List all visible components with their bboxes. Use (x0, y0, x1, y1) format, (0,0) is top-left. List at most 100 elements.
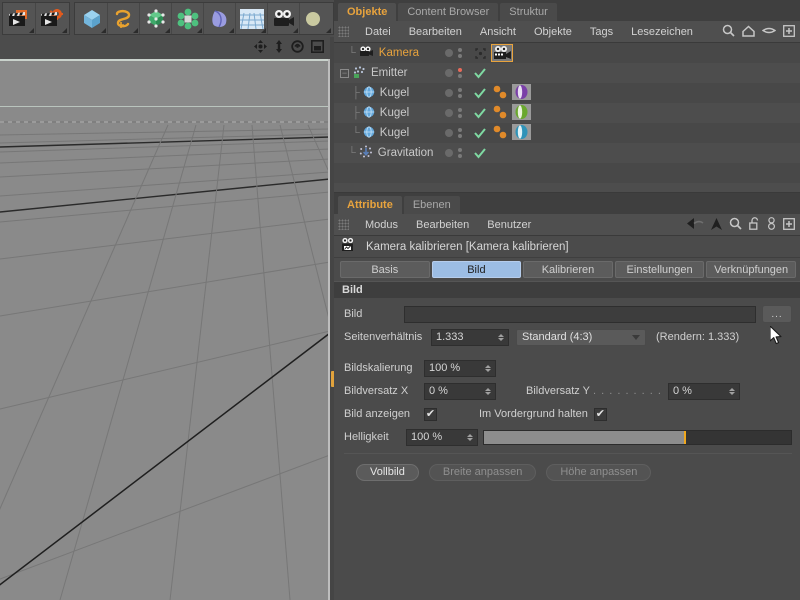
tree-item-emitter[interactable]: − Emitter (334, 65, 436, 81)
editor-visibility-dot[interactable] (445, 149, 453, 157)
table-row[interactable]: ├ Kugel (334, 103, 800, 123)
menu-bearbeiten[interactable]: Bearbeiten (407, 219, 478, 231)
tab-objekte[interactable]: Objekte (338, 3, 397, 21)
tree-item-kugel-2[interactable]: ├ Kugel (334, 105, 436, 121)
helligkeit-slider-knob[interactable] (683, 430, 686, 444)
enable-toggle[interactable] (471, 127, 489, 139)
tab-ebenen[interactable]: Ebenen (403, 196, 460, 214)
search-icon[interactable] (729, 217, 742, 233)
bildversatz-x-stepper[interactable] (485, 387, 491, 395)
add-icon[interactable] (783, 217, 795, 233)
search-icon[interactable] (722, 24, 735, 40)
visibility-dots[interactable] (436, 148, 471, 158)
spline-button[interactable] (108, 3, 140, 34)
menu-ansicht[interactable]: Ansicht (471, 26, 525, 38)
menu-objekte[interactable]: Objekte (525, 26, 581, 38)
up-arrow-icon[interactable] (711, 217, 722, 233)
green-cube-points-button[interactable] (140, 3, 172, 34)
toggle-layout-icon[interactable] (311, 40, 324, 56)
drag-grip-icon[interactable] (338, 219, 349, 230)
table-row[interactable]: └ Kamera (334, 43, 800, 63)
visibility-dots[interactable] (436, 68, 471, 78)
table-row[interactable]: ├ Kugel (334, 83, 800, 103)
tab-kalibrieren[interactable]: Kalibrieren (523, 261, 613, 278)
camera-tag-icon[interactable] (491, 44, 513, 62)
enable-toggle[interactable] (471, 47, 489, 59)
render-visibility-dots[interactable] (458, 68, 462, 78)
visibility-dots[interactable] (436, 128, 471, 138)
scale-camera-icon[interactable] (274, 40, 284, 56)
render-visibility-dots[interactable] (458, 88, 462, 98)
link-icon[interactable] (767, 217, 776, 233)
green-cluster-button[interactable] (172, 3, 204, 34)
menu-lesezeichen[interactable]: Lesezeichen (622, 26, 702, 38)
render-visibility-dots[interactable] (458, 128, 462, 138)
expand-collapse-icon[interactable]: − (340, 68, 349, 78)
bild-browse-button[interactable]: ... (762, 305, 792, 323)
tab-content-browser[interactable]: Content Browser (398, 3, 499, 21)
light-button[interactable] (300, 3, 332, 34)
menu-modus[interactable]: Modus (356, 219, 407, 231)
enable-toggle[interactable] (471, 67, 489, 79)
menu-datei[interactable]: Datei (356, 26, 400, 38)
editor-visibility-dot[interactable] (445, 109, 453, 117)
tab-bild[interactable]: Bild (431, 261, 522, 278)
drag-grip-icon[interactable] (338, 26, 349, 37)
seitenverhaeltnis-stepper[interactable] (498, 333, 504, 341)
viewport-panel[interactable] (0, 37, 330, 600)
vollbild-button[interactable]: Vollbild (356, 464, 419, 481)
tree-item-kugel-1[interactable]: ├ Kugel (334, 85, 436, 101)
visibility-dots[interactable] (436, 88, 471, 98)
menu-benutzer[interactable]: Benutzer (478, 219, 540, 231)
tab-einstellungen[interactable]: Einstellungen (614, 261, 705, 278)
material-dots-icon[interactable] (492, 124, 510, 143)
enable-toggle[interactable] (471, 147, 489, 159)
editor-visibility-dot[interactable] (445, 89, 453, 97)
lock-icon[interactable] (749, 217, 760, 233)
eye-icon[interactable] (761, 26, 777, 38)
rotate-camera-icon[interactable] (291, 40, 304, 56)
table-row[interactable]: └ Gravitation (334, 143, 800, 163)
material-purple-tag-icon[interactable] (512, 83, 531, 103)
enable-toggle[interactable] (471, 107, 489, 119)
menu-bearbeiten[interactable]: Bearbeiten (400, 26, 471, 38)
render-visibility-dots[interactable] (458, 48, 462, 58)
bild-anzeigen-checkbox[interactable]: ✔ (424, 407, 437, 421)
table-row[interactable]: └ Kugel (334, 123, 800, 143)
bildversatz-x-input[interactable]: 0 % (424, 382, 496, 400)
bildversatz-y-stepper[interactable] (728, 387, 735, 395)
render-settings-button[interactable] (36, 3, 68, 34)
render-visibility-dots[interactable] (458, 108, 462, 118)
enable-toggle[interactable] (471, 87, 489, 99)
render-view-button[interactable] (4, 3, 36, 34)
bild-path-input[interactable] (404, 305, 756, 323)
helligkeit-stepper[interactable] (467, 433, 473, 441)
helligkeit-input[interactable]: 100 % (406, 428, 478, 446)
add-icon[interactable] (783, 24, 795, 40)
cube-primitive-button[interactable] (76, 3, 108, 34)
camera-button[interactable] (268, 3, 300, 34)
tab-verknuepfungen[interactable]: Verknüpfungen (706, 261, 796, 278)
tag-cell[interactable] (489, 83, 800, 103)
hoehe-anpassen-button[interactable]: Höhe anpassen (546, 464, 652, 481)
tab-attribute[interactable]: Attribute (338, 196, 402, 214)
tag-cell[interactable] (489, 123, 800, 143)
editor-visibility-dot[interactable] (445, 69, 453, 77)
tab-struktur[interactable]: Struktur (500, 3, 557, 21)
render-visibility-dots[interactable] (458, 148, 462, 158)
blue-bend-button[interactable] (204, 3, 236, 34)
visibility-dots[interactable] (436, 48, 471, 58)
home-icon[interactable] (742, 24, 755, 40)
im-vordergrund-halten-checkbox[interactable]: ✔ (593, 407, 607, 421)
tree-item-kamera[interactable]: └ Kamera (334, 46, 436, 60)
material-dots-icon[interactable] (492, 104, 510, 123)
menu-tags[interactable]: Tags (581, 26, 622, 38)
back-arrow-icon[interactable] (687, 218, 704, 232)
bildversatz-y-input[interactable]: 0 % (667, 382, 740, 400)
viewport-3d-canvas[interactable] (0, 59, 330, 600)
editor-visibility-dot[interactable] (445, 49, 453, 57)
bildskalierung-input[interactable]: 100 % (424, 359, 496, 377)
editor-visibility-dot[interactable] (445, 129, 453, 137)
seitenverhaeltnis-input[interactable]: 1.333 (431, 328, 509, 346)
tag-cell[interactable] (489, 44, 800, 62)
